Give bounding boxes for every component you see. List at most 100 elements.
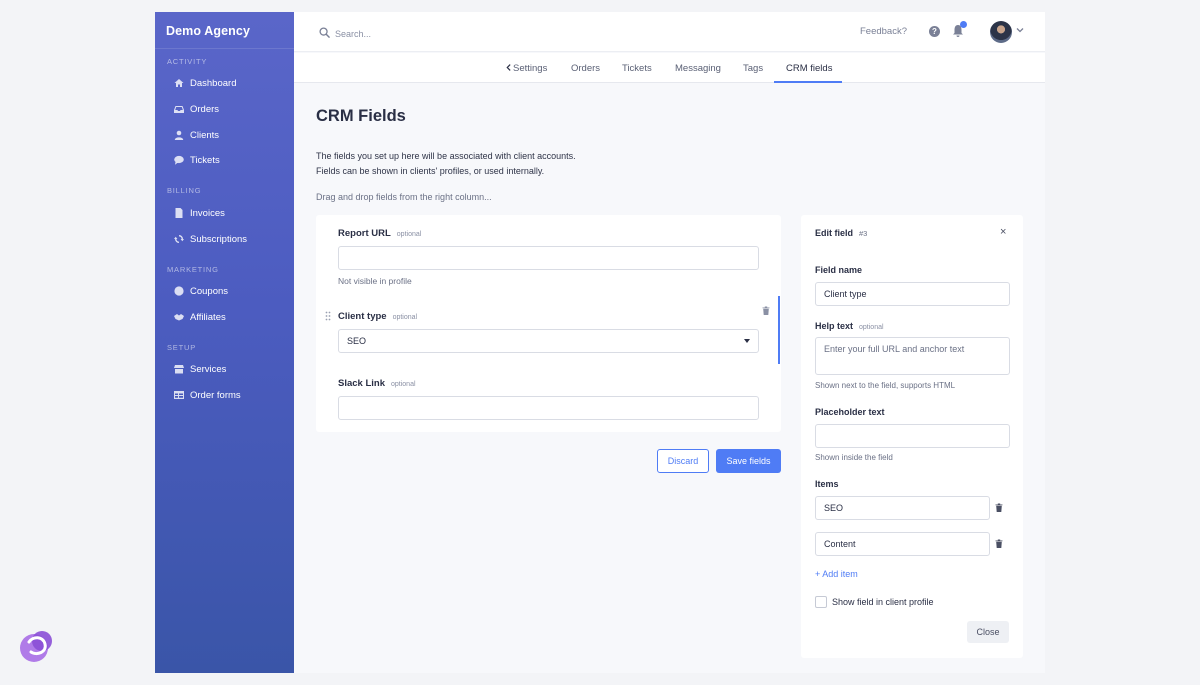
show-in-profile-label[interactable]: Show field in client profile bbox=[832, 597, 934, 607]
notification-dot bbox=[960, 21, 967, 28]
chevron-down-icon[interactable] bbox=[1016, 26, 1024, 34]
close-icon[interactable]: × bbox=[1000, 226, 1006, 238]
sidebar-item-invoices[interactable]: Invoices bbox=[174, 205, 225, 221]
add-item-link[interactable]: + Add item bbox=[815, 569, 858, 579]
fields-preview-card: Report URL optional Not visible in profil… bbox=[316, 215, 781, 432]
help-text-hint: Shown next to the field, supports HTML bbox=[815, 381, 956, 390]
client-type-select[interactable]: SEO bbox=[338, 329, 759, 353]
sidebar-item-services[interactable]: Services bbox=[174, 361, 226, 377]
sidebar-item-dashboard[interactable]: Dashboard bbox=[174, 75, 236, 91]
tab-label: Settings bbox=[513, 63, 548, 74]
section-title-setup: SETUP bbox=[167, 343, 197, 352]
drag-hint: Drag and drop fields from the right colu… bbox=[316, 192, 492, 202]
tab-orders[interactable]: Orders bbox=[571, 63, 600, 74]
feedback-link[interactable]: Feedback? bbox=[860, 26, 907, 37]
items-label: Items bbox=[815, 479, 839, 489]
description-line-2: Fields can be shown in clients' profiles… bbox=[316, 166, 545, 176]
placeholder-text-input[interactable] bbox=[815, 424, 1010, 448]
handshake-icon bbox=[174, 312, 184, 322]
home-icon bbox=[174, 78, 184, 88]
app-window: Demo Agency ACTIVITY Dashboard Orders Cl… bbox=[155, 12, 1045, 673]
sidebar-item-label: Services bbox=[190, 363, 227, 375]
trash-icon[interactable] bbox=[995, 539, 1003, 548]
report-url-input[interactable] bbox=[338, 246, 759, 270]
sidebar-item-orders[interactable]: Orders bbox=[174, 101, 219, 117]
help-text-input[interactable] bbox=[815, 337, 1010, 375]
field-label-slack-link: Slack Link optional bbox=[338, 378, 416, 389]
brand-name[interactable]: Demo Agency bbox=[166, 24, 250, 38]
sidebar-item-subscriptions[interactable]: Subscriptions bbox=[174, 231, 247, 247]
discard-button[interactable]: Discard bbox=[657, 449, 709, 473]
user-icon bbox=[174, 130, 184, 140]
page-title: CRM Fields bbox=[316, 107, 406, 125]
search-input[interactable] bbox=[335, 29, 535, 39]
top-bar: Feedback? ? bbox=[294, 12, 1045, 52]
help-text-label: Help text optional bbox=[815, 321, 884, 331]
inbox-icon bbox=[174, 104, 184, 114]
drag-handle-icon[interactable] bbox=[325, 311, 331, 321]
tab-crm-fields[interactable]: CRM fields bbox=[786, 63, 832, 74]
field-label-client-type: Client type optional bbox=[338, 311, 417, 322]
tab-tickets[interactable]: Tickets bbox=[622, 63, 652, 74]
store-icon bbox=[174, 364, 184, 374]
table-icon bbox=[174, 390, 184, 400]
section-title-marketing: MARKETING bbox=[167, 265, 219, 274]
field-label-text: Client type bbox=[338, 311, 387, 322]
refresh-icon bbox=[174, 234, 184, 244]
item-input[interactable] bbox=[815, 496, 990, 520]
field-name-input[interactable] bbox=[815, 282, 1010, 306]
help-icon[interactable]: ? bbox=[929, 26, 940, 37]
edit-field-panel: Edit field #3 × Field name Help text optio… bbox=[801, 215, 1023, 658]
sidebar-item-order-forms[interactable]: Order forms bbox=[174, 387, 241, 403]
item-input[interactable] bbox=[815, 532, 990, 556]
document-icon bbox=[174, 208, 184, 218]
placeholder-text-hint: Shown inside the field bbox=[815, 453, 893, 462]
sidebar-item-label: Dashboard bbox=[190, 77, 237, 89]
search-icon bbox=[319, 25, 330, 43]
close-button[interactable]: Close bbox=[967, 621, 1009, 643]
client-type-selected-value: SEO bbox=[347, 336, 367, 346]
section-title-billing: BILLING bbox=[167, 186, 202, 195]
edit-field-title: Edit field #3 bbox=[815, 228, 867, 238]
sidebar-item-tickets[interactable]: Tickets bbox=[174, 152, 220, 168]
optional-tag: optional bbox=[396, 231, 422, 238]
section-title-activity: ACTIVITY bbox=[167, 57, 208, 66]
field-number: #3 bbox=[859, 229, 868, 238]
tab-settings[interactable]: Settings bbox=[506, 63, 547, 74]
sidebar-item-label: Order forms bbox=[190, 389, 241, 401]
trash-icon[interactable] bbox=[762, 306, 770, 315]
sidebar-item-label: Clients bbox=[190, 129, 220, 141]
tab-messaging[interactable]: Messaging bbox=[675, 63, 721, 74]
chat-icon bbox=[174, 155, 184, 165]
tab-tags[interactable]: Tags bbox=[743, 63, 763, 74]
description-line-1: The fields you set up here will be assoc… bbox=[316, 151, 576, 161]
report-url-help: Not visible in profile bbox=[338, 276, 412, 286]
slack-link-input[interactable] bbox=[338, 396, 759, 420]
field-label-report-url: Report URL optional bbox=[338, 228, 421, 239]
chevron-left-icon bbox=[506, 64, 511, 71]
sidebar-item-clients[interactable]: Clients bbox=[174, 127, 219, 143]
settings-tabs: Settings Orders Tickets Messaging Tags C… bbox=[294, 53, 1045, 83]
search-bar bbox=[319, 25, 535, 43]
edit-field-title-text: Edit field bbox=[815, 228, 853, 238]
sidebar-item-label: Coupons bbox=[190, 285, 229, 297]
app-logo-icon[interactable] bbox=[15, 626, 57, 668]
sidebar: Demo Agency ACTIVITY Dashboard Orders Cl… bbox=[155, 12, 294, 673]
field-label-text: Report URL bbox=[338, 228, 391, 239]
optional-tag: optional bbox=[859, 324, 884, 331]
selected-field-indicator bbox=[778, 296, 780, 364]
caret-down-icon bbox=[744, 339, 750, 343]
trash-icon[interactable] bbox=[995, 503, 1003, 512]
coupon-icon bbox=[174, 286, 184, 296]
sidebar-item-coupons[interactable]: Coupons bbox=[174, 283, 228, 299]
sidebar-item-label: Invoices bbox=[190, 207, 225, 219]
sidebar-divider bbox=[155, 48, 294, 49]
sidebar-item-affiliates[interactable]: Affiliates bbox=[174, 309, 226, 325]
save-fields-button[interactable]: Save fields bbox=[716, 449, 781, 473]
sidebar-item-label: Tickets bbox=[190, 154, 220, 166]
avatar[interactable] bbox=[990, 21, 1012, 43]
sidebar-item-label: Orders bbox=[190, 103, 220, 115]
show-in-profile-checkbox[interactable] bbox=[815, 596, 827, 608]
optional-tag: optional bbox=[392, 314, 418, 321]
active-tab-indicator bbox=[774, 81, 842, 83]
